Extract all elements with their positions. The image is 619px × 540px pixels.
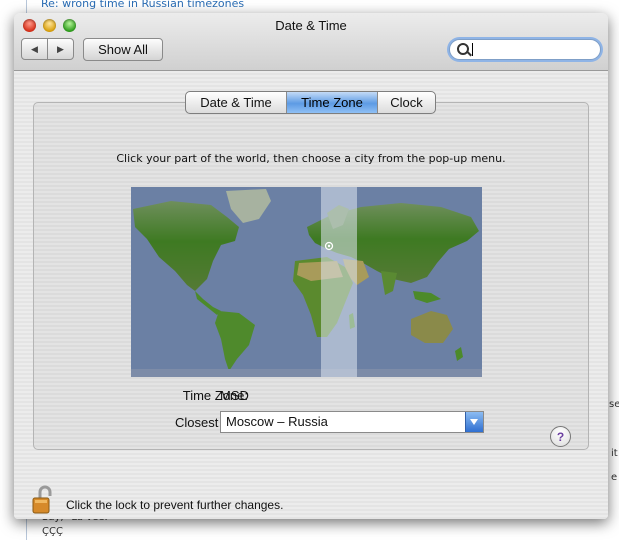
world-map[interactable] [131,187,482,377]
background-email-link[interactable]: Re: wrong time in Russian timezones [41,0,244,10]
background-text-fragment: se [609,399,619,410]
background-text-fragment: ÇÇÇ [42,526,63,537]
closest-city-value: Moscow – Russia [226,414,328,429]
lock-message: Click the lock to prevent further change… [66,498,284,512]
show-all-button[interactable]: Show All [83,38,163,61]
selected-time-zone-band [321,187,357,377]
city-marker-dot [327,244,331,248]
window-title: Date & Time [275,18,347,33]
tab-bar: Date & Time Time Zone Clock [185,91,436,114]
search-input[interactable] [449,39,601,60]
background-text-fragment: e [611,472,618,483]
tab-date-time[interactable]: Date & Time [186,92,287,113]
tab-clock[interactable]: Clock [378,92,435,113]
antarctica-edge [131,369,482,377]
date-time-window: Date & Time ◀ ▶ Show All Date & Time Tim… [14,13,608,519]
time-zone-value: MSD [220,388,249,403]
tab-time-zone[interactable]: Time Zone [287,92,378,113]
chevron-down-icon[interactable] [465,412,483,432]
lock-icon[interactable] [32,485,54,515]
search-icon [457,43,469,55]
text-caret [472,43,473,56]
forward-arrow-icon[interactable]: ▶ [48,39,73,59]
instruction-text: Click your part of the world, then choos… [116,152,506,165]
title-bar[interactable]: Date & Time ◀ ▶ Show All [14,13,608,71]
closest-city-popup[interactable]: Moscow – Russia [220,411,484,433]
background-text-fragment: it [611,448,618,459]
back-forward-control: ◀ ▶ [21,38,74,60]
preferences-content: Date & Time Time Zone Clock Click your p… [14,71,608,519]
help-button[interactable]: ? [550,426,571,447]
back-arrow-icon[interactable]: ◀ [22,39,48,59]
